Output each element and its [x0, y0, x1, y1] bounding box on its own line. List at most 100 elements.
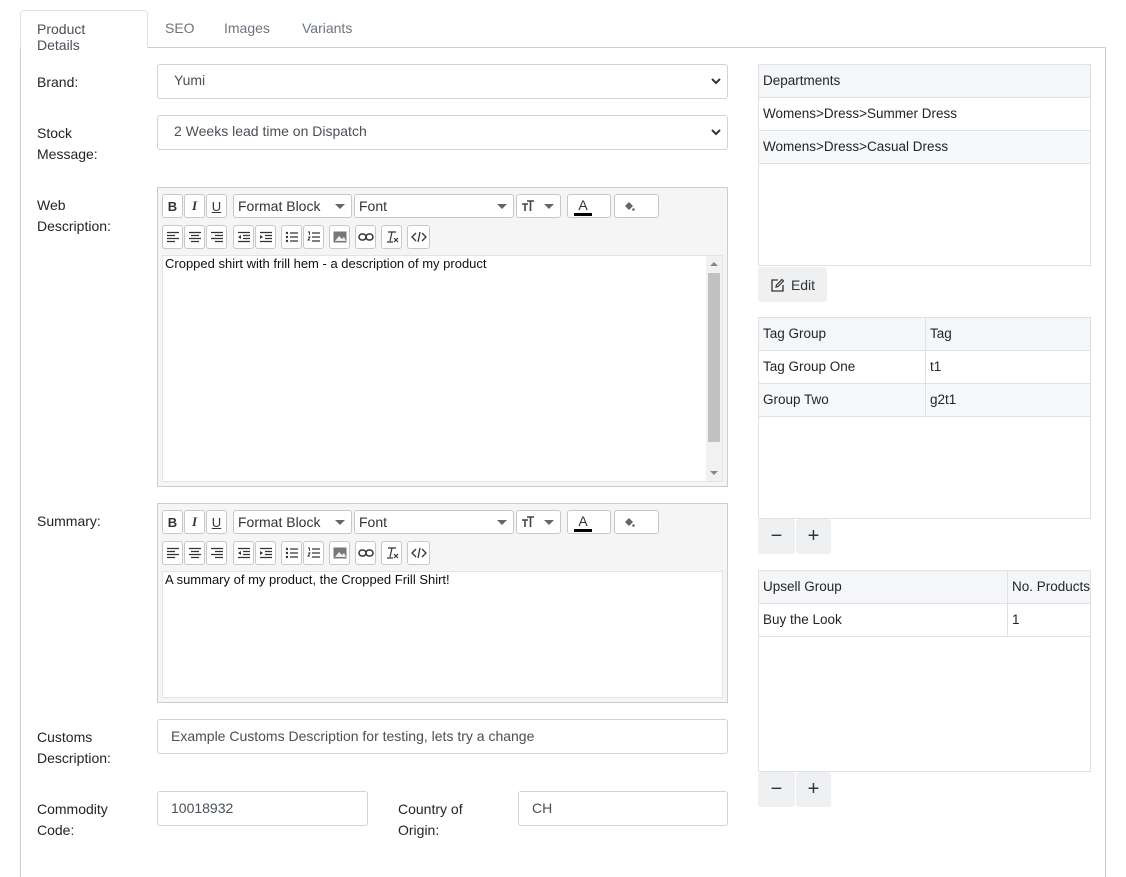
label-line: Commodity: [37, 801, 108, 817]
departments-table: Departments Womens>Dress>Summer Dress Wo…: [758, 64, 1091, 266]
tab-product-details[interactable]: Product Details: [20, 10, 148, 53]
font-select[interactable]: Font: [354, 510, 514, 534]
brand-value: Yumi: [174, 72, 206, 88]
bold-button[interactable]: B: [162, 510, 183, 534]
upsell-group-cell: Buy the Look: [763, 612, 842, 627]
web-description-content[interactable]: Cropped shirt with frill hem - a descrip…: [162, 255, 723, 482]
source-code-button[interactable]: [407, 541, 430, 565]
clear-format-icon: [386, 231, 398, 243]
country-of-origin-input[interactable]: CH: [518, 791, 728, 826]
tag-header: Tag: [930, 326, 952, 341]
minus-icon: −: [770, 525, 783, 547]
insert-link-button[interactable]: [355, 225, 376, 249]
align-left-icon: [166, 231, 179, 243]
code-icon: [410, 547, 427, 559]
editor-toolbar-row-1: B I U Format Block Font A: [162, 194, 722, 220]
web-description-label: Web Description:: [37, 195, 111, 237]
format-block-select[interactable]: Format Block: [233, 194, 352, 218]
tab-label: SEO: [165, 20, 195, 36]
italic-button[interactable]: I: [184, 194, 205, 218]
tag-group-cell: Tag Group One: [763, 359, 856, 374]
web-description-editor: B I U Format Block Font A Cropped shirt …: [157, 187, 728, 487]
font-size-icon: [522, 200, 534, 211]
align-right-icon: [210, 231, 223, 243]
table-row[interactable]: Buy the Look 1: [759, 604, 1090, 637]
font-color-button[interactable]: A: [567, 510, 611, 534]
scrollbar[interactable]: [706, 256, 722, 481]
indent-button[interactable]: [255, 541, 276, 565]
insert-image-button[interactable]: [329, 541, 350, 565]
outdent-icon: [237, 231, 250, 243]
align-right-button[interactable]: [206, 225, 227, 249]
tab-variants[interactable]: Variants: [286, 10, 368, 48]
editor-toolbar-row-1: B I U Format Block Font A: [162, 510, 722, 536]
clear-format-button[interactable]: [381, 225, 402, 249]
departments-header: Departments: [763, 73, 841, 88]
align-left-button[interactable]: [162, 541, 183, 565]
tab-images[interactable]: Images: [208, 10, 286, 48]
bold-button[interactable]: B: [162, 194, 183, 218]
highlight-color-button[interactable]: [614, 510, 659, 534]
italic-button[interactable]: I: [184, 510, 205, 534]
plus-icon: +: [807, 525, 820, 547]
clear-format-button[interactable]: [381, 541, 402, 565]
remove-upsell-button[interactable]: −: [758, 772, 795, 807]
outdent-button[interactable]: [233, 225, 254, 249]
italic-icon: I: [191, 514, 198, 529]
brand-label: Brand:: [37, 74, 79, 90]
indent-button[interactable]: [255, 225, 276, 249]
tab-seo[interactable]: SEO: [149, 10, 211, 48]
tab-label: Variants: [302, 20, 353, 36]
add-upsell-button[interactable]: +: [796, 772, 831, 807]
numbered-list-button[interactable]: [303, 541, 324, 565]
table-header: Departments: [759, 65, 1090, 98]
add-tag-button[interactable]: +: [796, 519, 831, 554]
tab-label: Images: [224, 20, 270, 36]
align-center-button[interactable]: [184, 541, 205, 565]
font-select[interactable]: Font: [354, 194, 514, 218]
font-size-select[interactable]: [516, 510, 561, 534]
brand-select[interactable]: Yumi: [157, 64, 728, 99]
numbered-list-icon: [306, 231, 320, 242]
commodity-code-input[interactable]: 10018932: [157, 791, 368, 826]
country-of-origin-value: CH: [532, 800, 553, 816]
outdent-button[interactable]: [233, 541, 254, 565]
underline-button[interactable]: U: [206, 510, 227, 534]
remove-tag-button[interactable]: −: [758, 519, 795, 554]
no-products-header: No. Products: [1012, 579, 1091, 594]
highlight-color-button[interactable]: [614, 194, 659, 218]
insert-image-button[interactable]: [329, 225, 350, 249]
scrollbar-thumb[interactable]: [708, 273, 720, 442]
customs-description-input[interactable]: Example Customs Description for testing,…: [157, 719, 728, 754]
format-block-select[interactable]: Format Block: [233, 510, 352, 534]
bullet-list-button[interactable]: [281, 225, 302, 249]
stock-message-select[interactable]: 2 Weeks lead time on Dispatch: [157, 115, 728, 150]
align-right-button[interactable]: [206, 541, 227, 565]
scroll-down-icon[interactable]: [710, 471, 718, 475]
align-right-icon: [210, 547, 223, 559]
commodity-code-label: Commodity Code:: [37, 799, 108, 841]
font-size-select[interactable]: [516, 194, 561, 218]
insert-link-button[interactable]: [355, 541, 376, 565]
numbered-list-button[interactable]: [303, 225, 324, 249]
align-center-button[interactable]: [184, 225, 205, 249]
summary-content[interactable]: A summary of my product, the Cropped Fri…: [162, 571, 723, 698]
bullet-list-button[interactable]: [281, 541, 302, 565]
font-color-button[interactable]: A: [567, 194, 611, 218]
summary-label: Summary:: [37, 513, 101, 529]
table-row[interactable]: Womens>Dress>Summer Dress: [759, 98, 1090, 131]
scroll-up-icon[interactable]: [710, 262, 718, 266]
label-line: Country of: [398, 801, 463, 817]
align-center-icon: [188, 231, 201, 243]
table-header: Upsell Group No. Products: [759, 571, 1090, 604]
label-line: Description:: [37, 750, 111, 766]
underline-button[interactable]: U: [206, 194, 227, 218]
source-code-button[interactable]: [407, 225, 430, 249]
dropdown-arrow-icon: [544, 204, 554, 209]
edit-departments-button[interactable]: Edit: [758, 267, 827, 302]
table-row[interactable]: Womens>Dress>Casual Dress: [759, 131, 1090, 164]
bullet-list-icon: [285, 547, 298, 559]
align-left-button[interactable]: [162, 225, 183, 249]
label-line: Stock: [37, 125, 73, 141]
tag-cell: t1: [930, 359, 942, 374]
